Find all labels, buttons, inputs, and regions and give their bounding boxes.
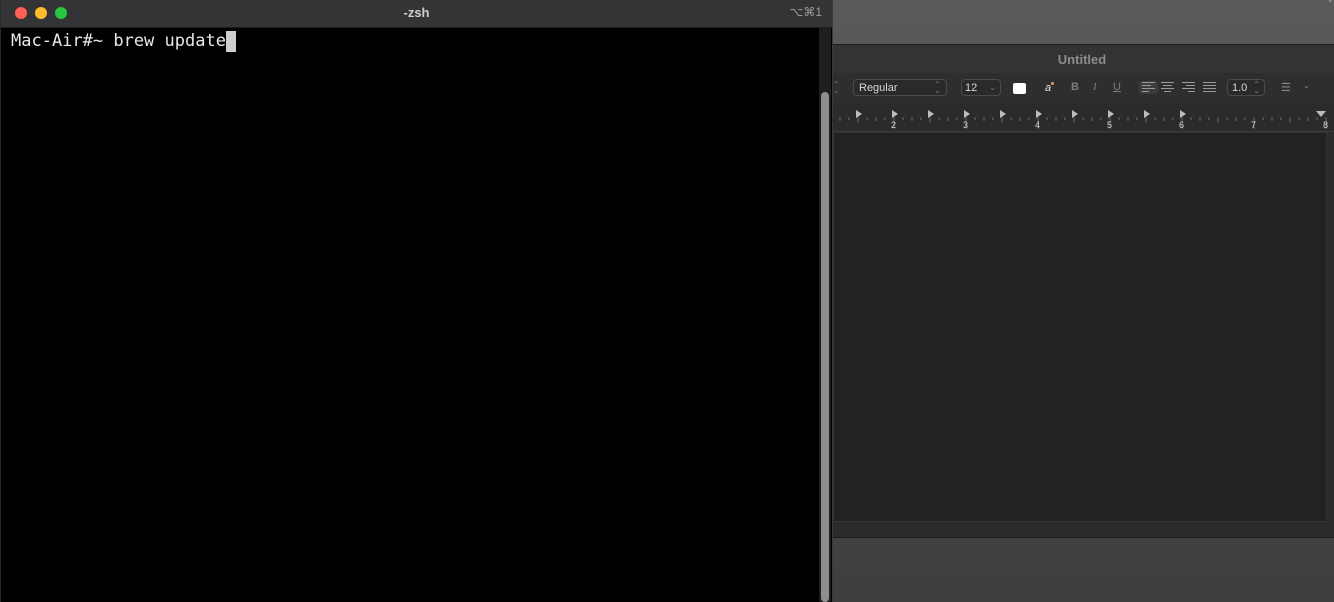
ruler-number: 8: [1323, 120, 1328, 130]
align-right-button[interactable]: [1182, 82, 1195, 93]
font-style-select[interactable]: Regular ⌃ ⌄: [853, 79, 947, 96]
line-spacing-value: 1.0: [1232, 81, 1248, 94]
highlight-color-button[interactable]: a: [1040, 80, 1056, 96]
up-down-icon: ⌃ ⌄: [934, 79, 941, 95]
tab-stop-marker[interactable]: [856, 110, 862, 118]
align-center-button[interactable]: [1161, 82, 1174, 93]
ruler[interactable]: 2 3 4 5 6 7 8: [827, 103, 1334, 132]
terminal-window[interactable]: -zsh ⌥⌘1 Mac-Air#~ brew update: [0, 0, 833, 602]
font-style-value: Regular: [859, 81, 898, 94]
ruler-number: 7: [1251, 120, 1256, 130]
ruler-number: 3: [963, 120, 968, 130]
tab-stop-marker[interactable]: [928, 110, 934, 118]
italic-button[interactable]: I: [1093, 81, 1097, 93]
up-down-icon: ⌃ ⌄: [1253, 79, 1260, 95]
font-size-value: 12: [965, 81, 978, 94]
scrollbar-thumb[interactable]: [821, 92, 829, 602]
align-left-button[interactable]: [1139, 81, 1158, 94]
underline-button[interactable]: U: [1113, 81, 1121, 93]
tab-stop-marker[interactable]: [892, 110, 898, 118]
tab-stop-marker[interactable]: [1180, 110, 1186, 118]
line-spacing-select[interactable]: 1.0 ⌃ ⌄: [1227, 79, 1265, 96]
tab-stop-marker[interactable]: [1000, 110, 1006, 118]
window-title: -zsh: [403, 5, 430, 20]
window-title: Untitled: [1057, 51, 1107, 67]
menu-extra-icon: ◦: [1328, 0, 1332, 7]
font-size-combo[interactable]: 12 ⌄: [961, 79, 1001, 96]
ruler-graphic: 2 3 4 5 6 7 8: [830, 110, 1328, 130]
ruler-number: 6: [1179, 120, 1184, 130]
prompt-text: Mac-Air#~ brew update: [11, 31, 226, 51]
text-color-well[interactable]: [1013, 83, 1026, 94]
tab-stop-marker[interactable]: [1108, 110, 1114, 118]
document-body[interactable]: [833, 132, 1327, 522]
font-family-stepper-icon[interactable]: ⌃ ⌄: [833, 81, 840, 95]
tab-stop-marker[interactable]: [1144, 110, 1150, 118]
ruler-number: 5: [1107, 120, 1112, 130]
chevron-down-icon[interactable]: ⌄: [1303, 81, 1310, 90]
ruler-number: 2: [891, 120, 896, 130]
chevron-down-icon: ⌄: [989, 83, 996, 92]
bold-button[interactable]: B: [1071, 81, 1079, 93]
textedit-titlebar[interactable]: Untitled: [827, 45, 1334, 73]
terminal-titlebar[interactable]: -zsh ⌥⌘1: [1, 0, 832, 28]
list-bullets-icon[interactable]: ☰: [1281, 81, 1291, 94]
right-margin-marker[interactable]: [1316, 111, 1326, 117]
ruler-number: 4: [1035, 120, 1040, 130]
format-toolbar: ⌃ ⌄ Regular ⌃ ⌄ 12 ⌄ a B I U 1.0 ⌃ ⌄ ☰ ⌄: [827, 73, 1334, 103]
command-line: Mac-Air#~ brew update: [11, 31, 236, 52]
terminal-content[interactable]: Mac-Air#~ brew update: [8, 28, 820, 602]
window-shortcut: ⌥⌘1: [789, 5, 822, 19]
tab-stop-marker[interactable]: [1072, 110, 1078, 118]
text-cursor: [225, 31, 236, 52]
tab-stop-marker[interactable]: [1036, 110, 1042, 118]
tab-stop-marker[interactable]: [964, 110, 970, 118]
textedit-window[interactable]: Untitled ⌃ ⌄ Regular ⌃ ⌄ 12 ⌄ a B I U 1.0 …: [826, 44, 1334, 538]
justify-button[interactable]: [1203, 82, 1216, 93]
